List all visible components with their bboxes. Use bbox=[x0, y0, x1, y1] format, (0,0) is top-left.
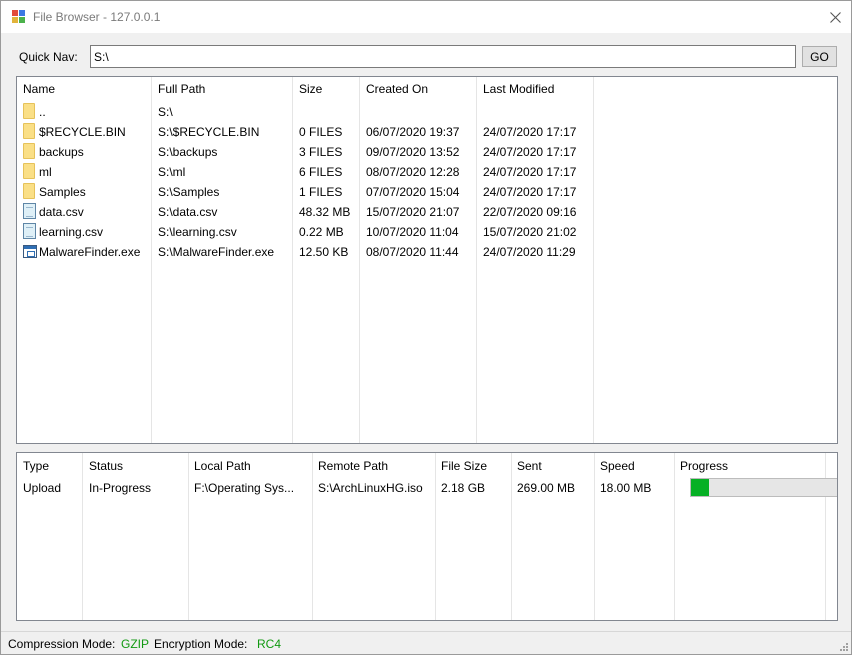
file-name: $RECYCLE.BIN bbox=[39, 125, 126, 139]
column-header-full-path[interactable]: Full Path bbox=[158, 82, 205, 96]
file-name: Samples bbox=[39, 185, 86, 199]
file-created-on: 08/07/2020 11:44 bbox=[366, 245, 459, 259]
file-created-on: 15/07/2020 21:07 bbox=[366, 205, 460, 219]
file-size: 48.32 MB bbox=[299, 205, 351, 219]
file-row[interactable]: data.csv S:\data.csv 48.32 MB 15/07/2020 21… bbox=[17, 202, 837, 222]
file-size: 3 FILES bbox=[299, 145, 343, 159]
encryption-mode-value: RC4 bbox=[257, 637, 282, 651]
file-size: 12.50 KB bbox=[299, 245, 349, 259]
column-header-size[interactable]: Size bbox=[299, 82, 322, 96]
file-created-on: 09/07/2020 13:52 bbox=[366, 145, 460, 159]
file-icon bbox=[23, 203, 36, 219]
transfer-file-size: 2.18 GB bbox=[441, 481, 486, 495]
file-name: MalwareFinder.exe bbox=[39, 245, 141, 259]
file-last-modified: 24/07/2020 17:17 bbox=[483, 125, 577, 139]
file-icon bbox=[23, 223, 36, 239]
file-full-path: S:\ bbox=[158, 105, 173, 119]
column-header-created-on[interactable]: Created On bbox=[366, 82, 428, 96]
folder-icon bbox=[23, 103, 35, 119]
compression-mode-value: GZIP bbox=[121, 637, 150, 651]
transfer-type: Upload bbox=[23, 481, 62, 495]
status-bar: Compression Mode: GZIP Encryption Mode: … bbox=[1, 631, 851, 654]
close-icon bbox=[829, 11, 841, 23]
file-size: 0 FILES bbox=[299, 125, 343, 139]
folder-icon bbox=[23, 163, 35, 179]
encryption-mode-label: Encryption Mode: bbox=[154, 637, 248, 651]
file-row[interactable]: ml S:\ml 6 FILES 08/07/2020 12:28 24/07/2020… bbox=[17, 162, 837, 182]
column-header-speed[interactable]: Speed bbox=[600, 459, 635, 473]
column-header-type[interactable]: Type bbox=[23, 459, 49, 473]
file-size: 0.22 MB bbox=[299, 225, 344, 239]
file-row[interactable]: $RECYCLE.BIN S:\$RECYCLE.BIN 0 FILES 06/07/… bbox=[17, 122, 837, 142]
file-name: data.csv bbox=[39, 205, 84, 219]
exe-icon bbox=[23, 245, 37, 258]
column-header-last-modified[interactable]: Last Modified bbox=[483, 82, 554, 96]
file-row[interactable]: MalwareFinder.exe S:\MalwareFinder.exe 12.… bbox=[17, 242, 837, 262]
compression-mode-label: Compression Mode: bbox=[8, 637, 116, 651]
close-button[interactable] bbox=[819, 1, 851, 33]
quick-nav-label: Quick Nav: bbox=[19, 50, 78, 64]
column-header-local-path[interactable]: Local Path bbox=[194, 459, 251, 473]
file-row[interactable]: learning.csv S:\learning.csv 0.22 MB 10/07/… bbox=[17, 222, 837, 242]
file-name: learning.csv bbox=[39, 225, 104, 239]
file-last-modified: 24/07/2020 17:17 bbox=[483, 185, 577, 199]
transfer-speed: 18.00 MB bbox=[600, 481, 652, 495]
column-header-sent[interactable]: Sent bbox=[517, 459, 542, 473]
file-row[interactable]: backups S:\backups 3 FILES 09/07/2020 13:52… bbox=[17, 142, 837, 162]
file-full-path: S:\learning.csv bbox=[158, 225, 237, 239]
column-header-name[interactable]: Name bbox=[23, 82, 55, 96]
file-browser-window: File Browser - 127.0.0.1 Quick Nav: GO N… bbox=[0, 0, 852, 655]
title-bar[interactable]: File Browser - 127.0.0.1 bbox=[1, 1, 851, 33]
progress-fill bbox=[691, 479, 709, 496]
folder-icon bbox=[23, 183, 35, 199]
transfer-status: In-Progress bbox=[89, 481, 152, 495]
file-full-path: S:\MalwareFinder.exe bbox=[158, 245, 275, 259]
quick-nav-input[interactable] bbox=[90, 45, 796, 68]
file-full-path: S:\Samples bbox=[158, 185, 220, 199]
file-last-modified: 22/07/2020 09:16 bbox=[483, 205, 577, 219]
transfer-sent: 269.00 MB bbox=[517, 481, 576, 495]
column-header-remote-path[interactable]: Remote Path bbox=[318, 459, 388, 473]
folder-icon bbox=[23, 143, 35, 159]
file-size: 6 FILES bbox=[299, 165, 343, 179]
file-size: 1 FILES bbox=[299, 185, 343, 199]
file-row[interactable]: Samples S:\Samples 1 FILES 07/07/2020 15:04… bbox=[17, 182, 837, 202]
file-full-path: S:\backups bbox=[158, 145, 218, 159]
resize-grip-icon[interactable] bbox=[838, 641, 848, 651]
file-full-path: S:\data.csv bbox=[158, 205, 218, 219]
file-last-modified: 24/07/2020 17:17 bbox=[483, 165, 577, 179]
file-created-on: 08/07/2020 12:28 bbox=[366, 165, 460, 179]
transfer-progress-bar bbox=[690, 478, 837, 497]
folder-icon bbox=[23, 123, 35, 139]
column-header-status[interactable]: Status bbox=[89, 459, 123, 473]
file-list-view[interactable]: Name Full Path Size Created On Last Modi… bbox=[16, 76, 838, 444]
column-header-file-size[interactable]: File Size bbox=[441, 459, 487, 473]
app-icon bbox=[12, 10, 25, 23]
column-header-progress[interactable]: Progress bbox=[680, 459, 728, 473]
file-name: backups bbox=[39, 145, 84, 159]
transfer-local-path: F:\Operating Sys... bbox=[194, 481, 295, 495]
file-last-modified: 24/07/2020 17:17 bbox=[483, 145, 577, 159]
transfer-remote-path: S:\ArchLinuxHG.iso bbox=[318, 481, 423, 495]
file-row[interactable]: .. S:\ bbox=[17, 102, 837, 122]
go-button[interactable]: GO bbox=[802, 46, 837, 67]
file-last-modified: 24/07/2020 11:29 bbox=[483, 245, 576, 259]
window-title: File Browser - 127.0.0.1 bbox=[33, 10, 161, 24]
file-full-path: S:\$RECYCLE.BIN bbox=[158, 125, 260, 139]
transfer-list-view[interactable]: Type Status Local Path Remote Path File … bbox=[16, 452, 838, 621]
file-name: .. bbox=[39, 105, 46, 119]
file-name: ml bbox=[39, 165, 52, 179]
file-last-modified: 15/07/2020 21:02 bbox=[483, 225, 577, 239]
file-created-on: 10/07/2020 11:04 bbox=[366, 225, 459, 239]
file-full-path: S:\ml bbox=[158, 165, 186, 179]
file-created-on: 07/07/2020 15:04 bbox=[366, 185, 460, 199]
file-created-on: 06/07/2020 19:37 bbox=[366, 125, 460, 139]
